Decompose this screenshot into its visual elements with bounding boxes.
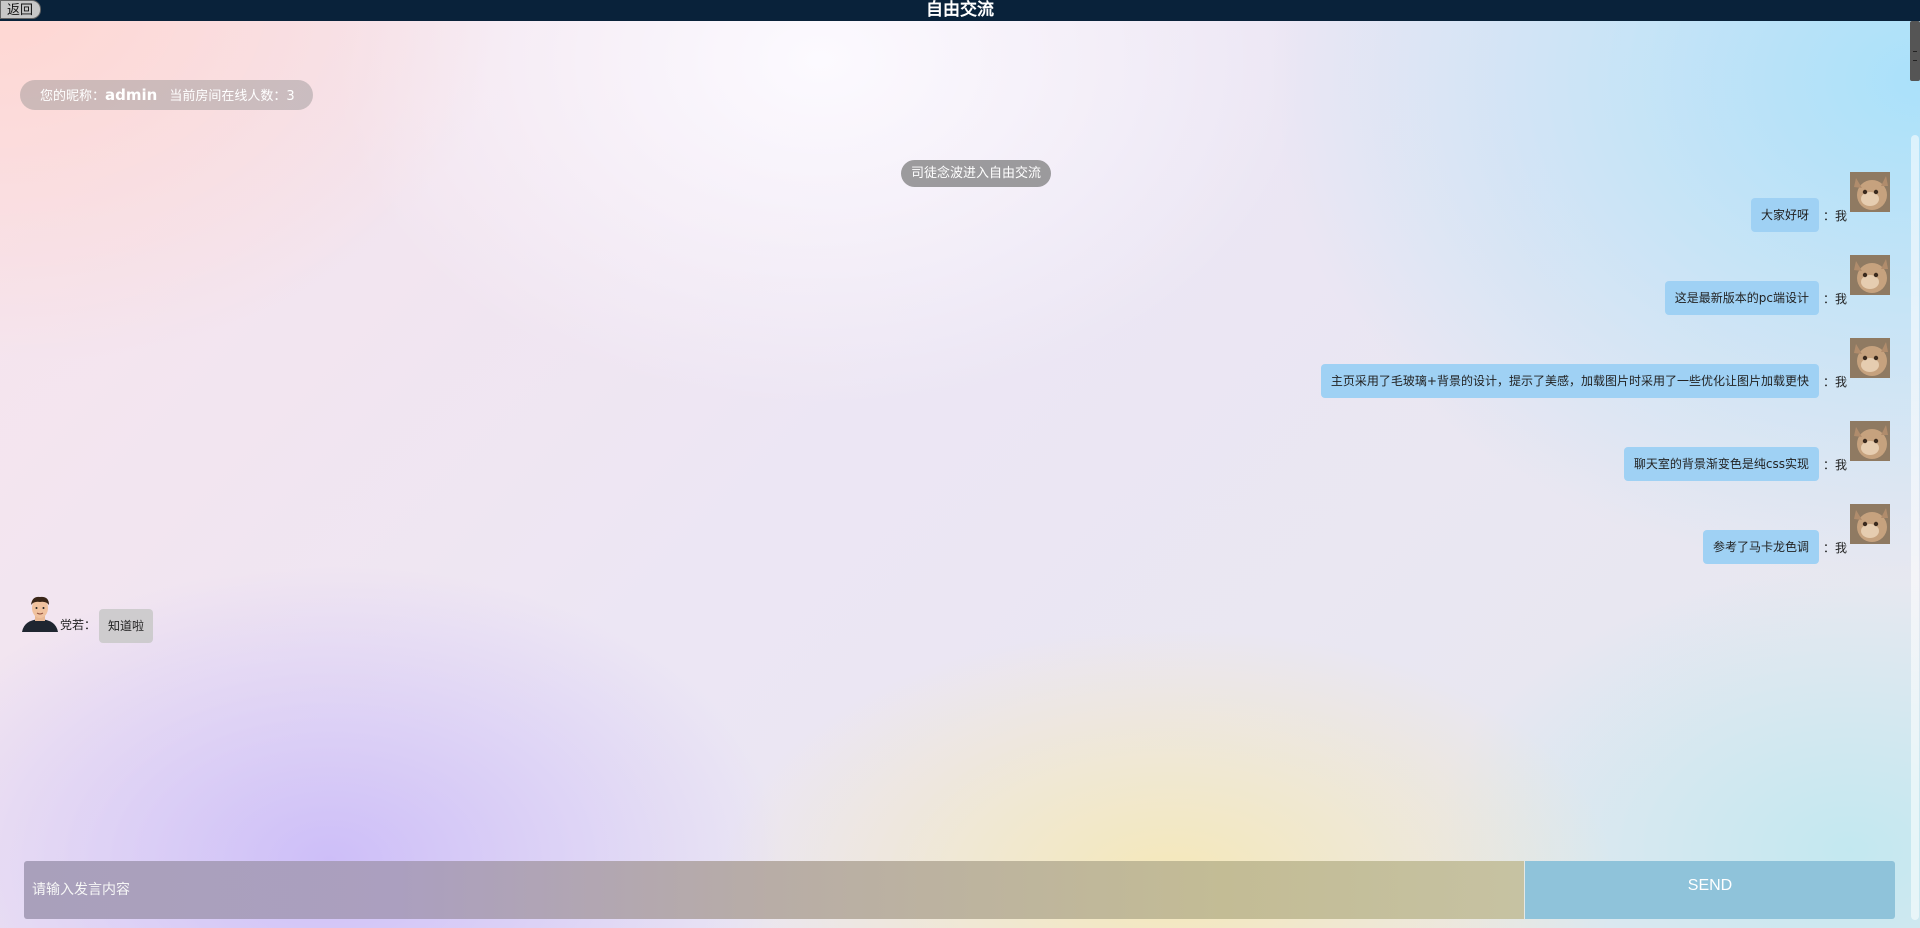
send-button[interactable]: SEND: [1525, 861, 1895, 919]
message-sender: ：我: [1822, 292, 1847, 306]
cat-avatar-icon: [1850, 255, 1890, 295]
message-sender: ：我: [1822, 541, 1847, 555]
system-notice: 司徒念波进入自由交流: [901, 160, 1052, 187]
message-sender: ：我: [1822, 458, 1847, 472]
nickname-value: admin: [105, 86, 158, 104]
user-avatar-icon: [22, 596, 58, 632]
message-bubble: 这是最新版本的pc端设计: [1664, 281, 1819, 315]
cat-avatar-icon: [1850, 504, 1890, 544]
chat-message-other: 党若： 知道啦: [20, 592, 154, 643]
message-bubble: 参考了马卡龙色调: [1702, 530, 1819, 564]
online-count-label: 当前房间在线人数：: [169, 89, 287, 104]
chat-room-page: 返回 自由交流 您的昵称：admin 当前房间在线人数：3 司徒念波进入自由交流 …: [0, 0, 1920, 928]
online-count-value: 3: [286, 89, 295, 104]
message-sender: 党若：: [60, 618, 97, 632]
chat-message-self: 参考了马卡龙色调 ：我: [1702, 504, 1890, 564]
chat-scrollbar[interactable]: [1911, 135, 1919, 920]
message-sender: ：我: [1822, 375, 1847, 389]
chat-message-self: 大家好呀 ：我: [1750, 172, 1890, 232]
message-input[interactable]: [24, 861, 1524, 919]
cat-avatar-icon: [1850, 338, 1890, 378]
message-bubble: 聊天室的背景渐变色是纯css实现: [1623, 447, 1819, 481]
cat-avatar-icon: [1850, 421, 1890, 461]
cat-avatar-icon: [1850, 172, 1890, 212]
page-scrollbar[interactable]: [1910, 21, 1920, 81]
chat-message-self: 聊天室的背景渐变色是纯css实现 ：我: [1623, 421, 1890, 481]
message-bubble: 主页采用了毛玻璃+背景的设计，提示了美感，加载图片时采用了一些优化让图片加载更快: [1320, 364, 1819, 398]
top-bar: 返回 自由交流: [0, 0, 1920, 21]
page-title: 自由交流: [926, 0, 994, 20]
back-button[interactable]: 返回: [0, 0, 42, 19]
message-bubble: 知道啦: [99, 609, 154, 643]
room-info-pill: 您的昵称：admin 当前房间在线人数：3: [20, 80, 313, 110]
scrollbar-grip-icon: [1913, 51, 1917, 61]
message-bubble: 大家好呀: [1750, 198, 1819, 232]
nickname-label: 您的昵称：: [40, 89, 106, 104]
chat-message-self: 主页采用了毛玻璃+背景的设计，提示了美感，加载图片时采用了一些优化让图片加载更快…: [1320, 338, 1890, 398]
message-sender: ：我: [1822, 209, 1847, 223]
chat-message-self: 这是最新版本的pc端设计 ：我: [1664, 255, 1890, 315]
